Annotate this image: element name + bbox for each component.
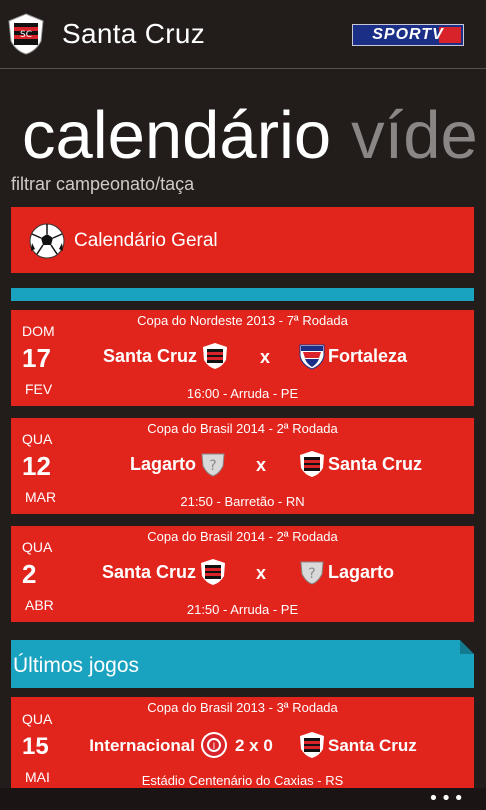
game-tile[interactable]: Copa do Brasil 2014 - 2ª Rodada QUA 12 M…: [11, 418, 474, 514]
versus: x: [256, 563, 267, 583]
versus: x: [256, 455, 267, 475]
santa-cruz-crest-icon: [201, 559, 225, 585]
pivot-tab-calendario[interactable]: calendário: [22, 98, 331, 173]
away-team: Santa Cruz: [328, 454, 423, 474]
day: 15: [22, 733, 49, 760]
time-venue: 16:00 - Arruda - PE: [186, 386, 299, 401]
calendar-all-label: Calendário Geral: [74, 230, 218, 251]
weekday: QUA: [22, 431, 53, 447]
internacional-crest-icon: I: [201, 732, 227, 758]
home-team: Santa Cruz: [101, 562, 196, 582]
competition-label: Copa do Nordeste 2013 - 7ª Rodada: [137, 313, 348, 328]
last-games-header: Últimos jogos: [11, 640, 474, 688]
competition-label: Copa do Brasil 2014 - 2ª Rodada: [147, 529, 338, 544]
filter-competition-link[interactable]: filtrar campeonato/taça: [11, 174, 194, 195]
pivot-header: calendário víde: [22, 96, 478, 176]
section-header-strip: [11, 288, 474, 301]
more-options-button[interactable]: •••: [428, 790, 466, 808]
santa-cruz-crest-icon: SC: [8, 13, 44, 55]
away-team: Santa Cruz: [328, 736, 417, 755]
app-title: Santa Cruz: [62, 18, 206, 49]
santa-cruz-crest-icon: [203, 343, 227, 369]
away-team: Fortaleza: [328, 346, 408, 366]
home-team: Lagarto: [129, 454, 196, 474]
sportv-logo: SPORTV: [352, 24, 464, 46]
weekday: QUA: [22, 539, 53, 555]
svg-text:?: ?: [209, 458, 216, 474]
svg-text:SC: SC: [20, 30, 32, 40]
soccer-ball-icon: [29, 223, 65, 259]
time-venue: 21:50 - Barretão - RN: [180, 494, 305, 509]
santa-cruz-crest-icon: [300, 451, 324, 477]
svg-text:?: ?: [308, 566, 315, 582]
top-bar: SC Santa Cruz SPORTV: [0, 0, 486, 69]
last-games-title: Últimos jogos: [13, 654, 140, 677]
santa-cruz-crest-icon: [300, 732, 324, 758]
weekday: DOM: [22, 323, 55, 339]
app-bar: •••: [0, 788, 486, 810]
weekday: QUA: [22, 711, 53, 727]
score: 2 x 0: [235, 736, 273, 755]
time-venue: 21:50 - Arruda - PE: [186, 602, 299, 617]
placeholder-crest-icon: ?: [201, 453, 225, 477]
day: 2: [22, 559, 37, 589]
home-team: Santa Cruz: [102, 346, 197, 366]
placeholder-crest-icon: ?: [300, 561, 324, 585]
away-team: Lagarto: [328, 562, 395, 582]
venue: Estádio Centenário do Caxias - RS: [141, 773, 344, 788]
home-team: Internacional: [89, 736, 195, 755]
day: 17: [22, 343, 51, 373]
game-tile[interactable]: Copa do Brasil 2014 - 2ª Rodada QUA 2 AB…: [11, 526, 474, 622]
calendar-all-tile[interactable]: Calendário Geral: [11, 207, 474, 273]
day: 12: [22, 451, 51, 481]
game-tile[interactable]: Copa do Nordeste 2013 - 7ª Rodada DOM 17…: [11, 310, 474, 406]
versus: x: [260, 347, 271, 367]
svg-text:I: I: [213, 742, 216, 752]
sportv-logo-text: SPORTV: [372, 26, 444, 43]
corner-fold: [460, 640, 474, 654]
fortaleza-crest-icon: [299, 344, 325, 370]
pivot-tab-videos[interactable]: víde: [351, 98, 478, 173]
competition-label: Copa do Brasil 2014 - 2ª Rodada: [147, 421, 338, 436]
competition-label: Copa do Brasil 2013 - 3ª Rodada: [147, 700, 338, 715]
